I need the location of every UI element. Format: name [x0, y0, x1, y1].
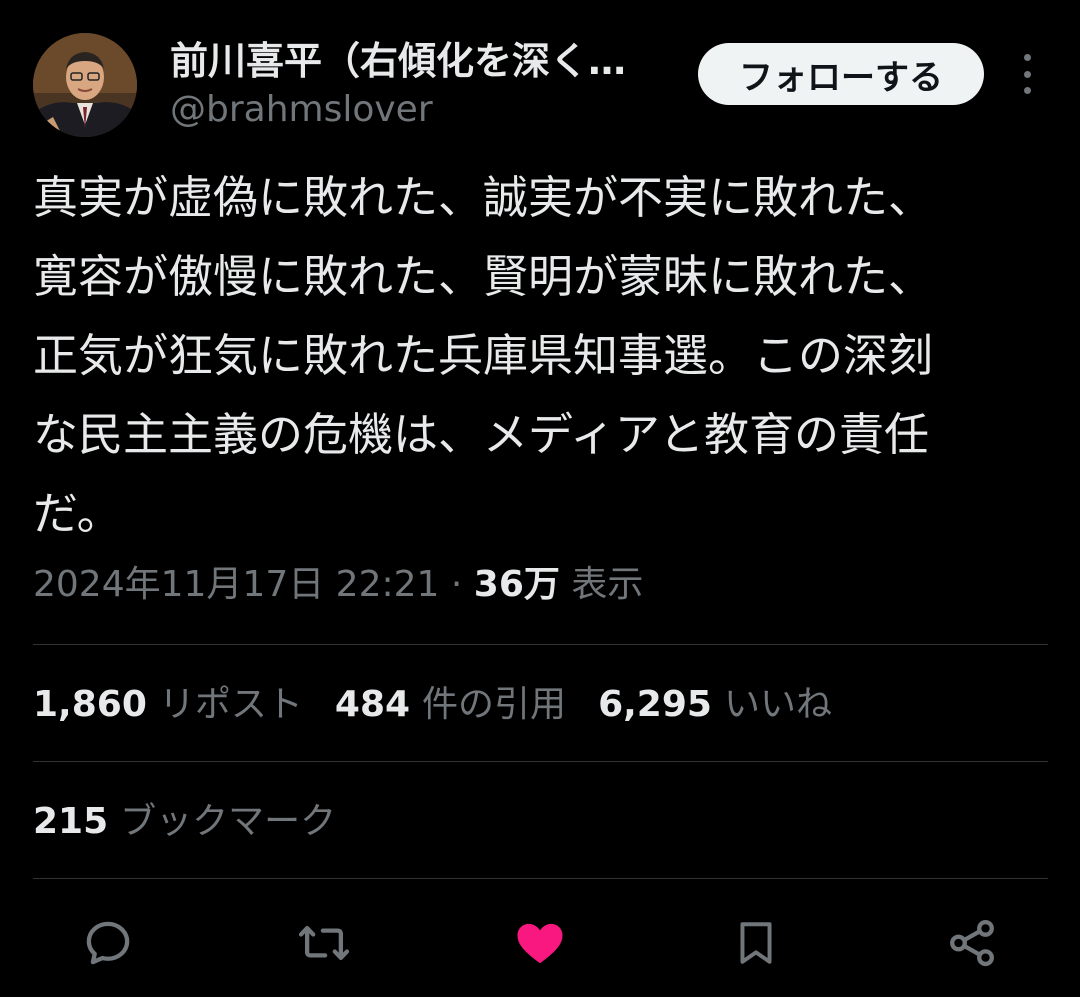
reply-button[interactable]: [76, 905, 140, 981]
follow-button[interactable]: フォローする: [698, 43, 984, 105]
divider: [33, 761, 1048, 762]
action-bar: [0, 905, 1080, 981]
share-button[interactable]: [940, 905, 1004, 981]
bookmark-icon: [740, 922, 772, 964]
more-options-icon[interactable]: [1010, 54, 1044, 94]
likes-label: いいね: [723, 684, 832, 725]
views-count[interactable]: 36万: [474, 564, 560, 605]
bookmark-button[interactable]: [724, 905, 788, 981]
quotes-label: 件の引用: [422, 684, 567, 725]
engagement-stats: 1,860 リポスト 484 件の引用 6,295 いいね: [33, 680, 864, 730]
meta-separator: ·: [450, 564, 463, 605]
divider: [33, 878, 1048, 879]
bookmarks-label: ブックマーク: [120, 801, 337, 842]
likes-stat[interactable]: 6,295 いいね: [598, 680, 832, 730]
repost-button[interactable]: [292, 905, 356, 981]
divider: [33, 644, 1048, 645]
more-dot: [1023, 54, 1031, 61]
tweet-text: 真実が虚偽に敗れた、誠実が不実に敗れた、 寛容が傲慢に敗れた、賢明が蒙昧に敗れた…: [33, 171, 934, 540]
repost-icon: [298, 926, 350, 960]
bookmarks-stat[interactable]: 215 ブックマーク: [33, 797, 336, 847]
share-icon: [950, 919, 994, 967]
author-display-name[interactable]: 前川喜平（右傾化を深く…: [170, 38, 675, 84]
tweet-timestamp[interactable]: 2024年11月17日 22:21: [33, 564, 439, 605]
more-dot: [1023, 87, 1031, 94]
reply-icon: [86, 921, 130, 965]
quotes-count: 484: [334, 684, 411, 725]
more-dot: [1023, 70, 1031, 78]
author-handle[interactable]: @brahmslover: [170, 88, 433, 132]
quotes-stat[interactable]: 484 件の引用: [335, 680, 566, 730]
views-label: 表示: [571, 564, 644, 605]
likes-count: 6,295: [598, 684, 712, 725]
like-button[interactable]: [508, 905, 572, 981]
reposts-count: 1,860: [33, 684, 147, 725]
heart-icon: [517, 923, 563, 964]
tweet-meta: 2024年11月17日 22:21 · 36万 表示: [33, 560, 643, 610]
avatar[interactable]: [33, 33, 137, 137]
bookmarks-count: 215: [33, 801, 109, 842]
reposts-stat[interactable]: 1,860 リポスト: [33, 680, 303, 730]
tweet-header: 前川喜平（右傾化を深く… @brahmslover フォローする: [0, 0, 1080, 150]
reposts-label: リポスト: [158, 684, 303, 725]
